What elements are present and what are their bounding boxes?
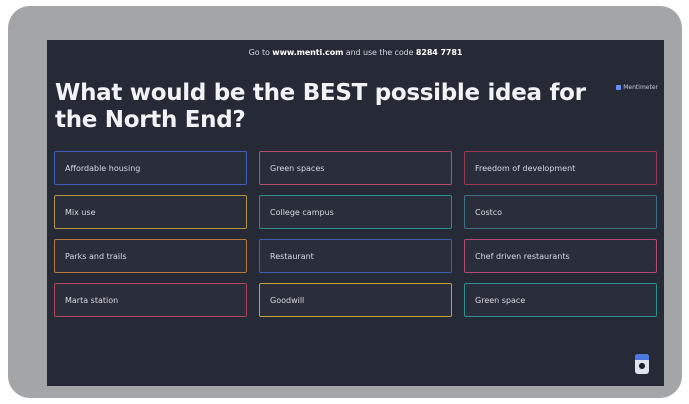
response-text: College campus bbox=[270, 207, 334, 217]
response-card: Green space bbox=[464, 283, 657, 317]
response-text: Green spaces bbox=[270, 163, 325, 173]
response-card: Chef driven restaurants bbox=[464, 239, 657, 273]
presentation-screen: Go to www.menti.com and use the code 828… bbox=[47, 40, 664, 386]
response-card: College campus bbox=[259, 195, 452, 229]
response-grid: Affordable housing Green spaces Freedom … bbox=[54, 151, 657, 317]
response-card: Green spaces bbox=[259, 151, 452, 185]
response-text: Marta station bbox=[65, 295, 119, 305]
join-middle: and use the code bbox=[343, 48, 416, 57]
join-prefix: Go to bbox=[248, 48, 273, 57]
response-text: Mix use bbox=[65, 207, 96, 217]
response-card: Affordable housing bbox=[54, 151, 247, 185]
join-instructions: Go to www.menti.com and use the code 828… bbox=[47, 48, 664, 57]
response-text: Green space bbox=[475, 295, 526, 305]
join-code: 8284 7781 bbox=[415, 48, 463, 57]
response-text: Chef driven restaurants bbox=[475, 251, 570, 261]
response-card: Costco bbox=[464, 195, 657, 229]
brand-label: Mentimeter bbox=[623, 84, 658, 91]
response-card: Parks and trails bbox=[54, 239, 247, 273]
question-title: What would be the BEST possible idea for… bbox=[55, 80, 586, 133]
response-text: Parks and trails bbox=[65, 251, 127, 261]
join-url[interactable]: www.menti.com bbox=[272, 48, 343, 57]
response-card: Restaurant bbox=[259, 239, 452, 273]
response-text: Affordable housing bbox=[65, 163, 141, 173]
person-icon: ● bbox=[638, 361, 646, 370]
response-text: Goodwill bbox=[270, 295, 305, 305]
response-card: Marta station bbox=[54, 283, 247, 317]
response-card: Freedom of development bbox=[464, 151, 657, 185]
brand-badge: Mentimeter bbox=[616, 84, 658, 91]
response-text: Freedom of development bbox=[475, 163, 576, 173]
participant-button[interactable]: ● bbox=[635, 354, 649, 374]
screen-frame: Go to www.menti.com and use the code 828… bbox=[8, 6, 682, 398]
response-card: Goodwill bbox=[259, 283, 452, 317]
response-text: Costco bbox=[475, 207, 503, 217]
mentimeter-logo-icon bbox=[616, 85, 622, 90]
response-card: Mix use bbox=[54, 195, 247, 229]
response-text: Restaurant bbox=[270, 251, 314, 261]
